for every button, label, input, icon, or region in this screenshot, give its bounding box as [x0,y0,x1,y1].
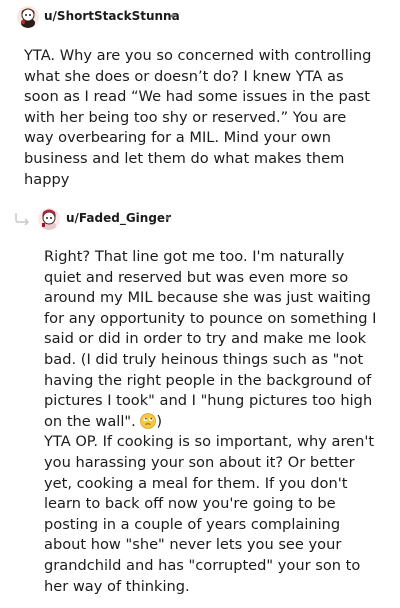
comment-body: Right? That line got me too. I'm natural… [44,247,380,597]
comment-body: YTA. Why are you so concerned with contr… [24,46,380,190]
separator-dot: • [169,10,176,23]
comment-faded-ginger: u/Faded_Ginger • Right? That line got me… [0,200,400,595]
separator-dot: • [164,212,171,225]
username-link[interactable]: u/Faded_Ginger [66,211,171,225]
username-link[interactable]: u/ShortStackStunna [44,9,180,23]
comment-paragraph: YTA. Why are you so concerned with contr… [24,47,372,188]
snoo-avatar-icon[interactable] [17,6,39,28]
comment-header: u/ShortStackStunna • [0,0,400,32]
paragraph-tail: ) [156,412,163,430]
paragraph-text: Right? That line got me too. I'm natural… [44,248,377,430]
comment-paragraph: YTA OP. If cooking is so important, why … [44,433,375,595]
comment-shortstackstunna: u/ShortStackStunna • YTA. Why are you so… [0,0,400,188]
snoo-avatar-icon[interactable] [38,208,60,230]
reply-thread-arrow-icon [15,213,30,226]
comment-header: u/Faded_Ginger • [0,200,400,232]
rolling-eyes-emoji-icon [140,412,157,429]
comment-paragraph: Right? That line got me too. I'm natural… [44,247,380,432]
